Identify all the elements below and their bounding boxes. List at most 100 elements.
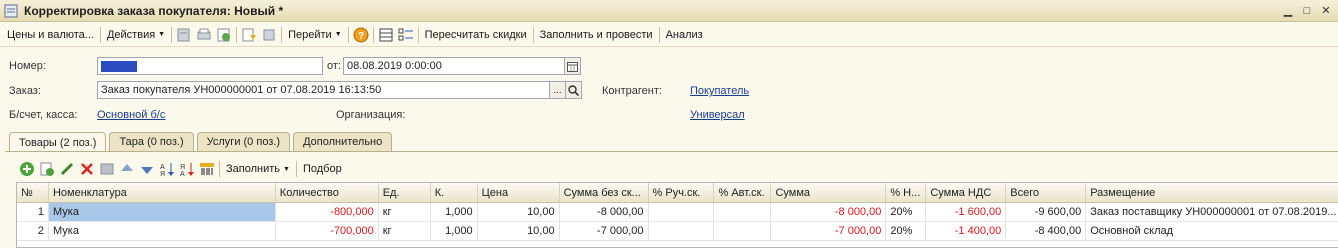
column-header[interactable]: № — [17, 183, 49, 202]
fill-menu-button[interactable]: Заполнить ▼ — [222, 159, 294, 179]
copy-row-icon[interactable] — [37, 159, 57, 179]
sum-without-discount-cell[interactable]: -8 000,00 — [560, 203, 649, 221]
sum-cell[interactable]: -7 000,00 — [771, 222, 887, 240]
price-cell[interactable]: 10,00 — [478, 222, 560, 240]
toolbar-separator — [372, 26, 374, 43]
selection-button[interactable]: Подбор — [299, 159, 346, 179]
number-label: Номер: — [9, 60, 46, 72]
manual-discount-cell[interactable] — [649, 203, 715, 221]
account-link[interactable]: Основной б/с — [97, 109, 165, 121]
sum-cell[interactable]: -8 000,00 — [771, 203, 887, 221]
vat-sum-cell[interactable]: -1 600,00 — [926, 203, 1007, 221]
column-header[interactable]: % Н... — [886, 183, 927, 202]
coefficient-cell[interactable]: 1,000 — [431, 222, 478, 240]
prices-currency-button[interactable]: Цены и валюта... — [3, 25, 98, 45]
sum-without-discount-cell[interactable]: -7 000,00 — [560, 222, 649, 240]
refresh-icon[interactable] — [214, 25, 234, 45]
tab-services[interactable]: Услуги (0 поз.) — [196, 132, 291, 151]
vat-sum-cell[interactable]: -1 400,00 — [926, 222, 1007, 240]
column-header[interactable]: Всего — [1006, 183, 1087, 202]
delete-icon[interactable] — [77, 159, 97, 179]
help-icon[interactable]: ? — [351, 25, 371, 45]
number-redacted-fill — [101, 60, 137, 72]
tab-additional[interactable]: Дополнительно — [293, 132, 393, 151]
fill-and-post-button[interactable]: Заполнить и провести — [536, 25, 657, 45]
vat-rate-cell[interactable]: 20% — [886, 203, 927, 221]
coefficient-cell[interactable]: 1,000 — [431, 203, 478, 221]
toolbar-separator — [219, 161, 220, 177]
analysis-button[interactable]: Анализ — [662, 25, 707, 45]
sort-ascending-icon[interactable]: AЯ — [157, 159, 177, 179]
column-header[interactable]: Номенклатура — [49, 183, 276, 202]
toolbar-separator — [347, 26, 349, 43]
based-on-document-icon[interactable] — [239, 25, 259, 45]
fill-label: Заполнить — [226, 163, 281, 175]
number-field[interactable] — [97, 57, 323, 75]
goto-menu-button[interactable]: Перейти ▼ — [284, 25, 346, 45]
column-header[interactable]: % Руч.ск. — [649, 183, 715, 202]
order-field[interactable]: Заказ покупателя УН000000001 от 07.08.20… — [97, 81, 550, 99]
tab-containers[interactable]: Тара (0 поз.) — [109, 132, 194, 151]
organization-link[interactable]: Универсал — [690, 109, 745, 121]
toolbar-separator — [236, 26, 238, 43]
unit-cell[interactable]: кг — [379, 203, 431, 221]
barcode-icon[interactable] — [197, 159, 217, 179]
column-header[interactable]: % Авт.ск. — [714, 183, 772, 202]
vat-rate-cell[interactable]: 20% — [886, 222, 927, 240]
row-number-cell[interactable]: 1 — [17, 203, 49, 221]
close-icon[interactable]: ✕ — [1318, 3, 1334, 18]
edit-pencil-icon[interactable] — [57, 159, 77, 179]
end-edit-icon[interactable] — [97, 159, 117, 179]
toolbar-separator — [658, 26, 660, 43]
row-number-cell[interactable]: 2 — [17, 222, 49, 240]
quantity-cell[interactable]: -700,000 — [276, 222, 379, 240]
minimize-icon[interactable]: ▁ — [1280, 3, 1296, 18]
quantity-cell[interactable]: -800,000 — [276, 203, 379, 221]
move-down-icon[interactable] — [137, 159, 157, 179]
organization-label: Организация: — [336, 109, 406, 121]
structure-icon[interactable] — [259, 25, 279, 45]
tab-goods[interactable]: Товары (2 поз.) — [9, 132, 107, 152]
chevron-down-icon: ▼ — [283, 165, 290, 173]
maximize-icon[interactable]: □ — [1299, 3, 1315, 18]
column-header[interactable]: К. — [431, 183, 478, 202]
checklist-icon[interactable] — [396, 25, 416, 45]
column-header[interactable]: Сумма — [771, 183, 887, 202]
total-cell[interactable]: -8 400,00 — [1006, 222, 1087, 240]
manual-discount-cell[interactable] — [649, 222, 715, 240]
column-header[interactable]: Количество — [276, 183, 379, 202]
tab-bar: Товары (2 поз.) Тара (0 поз.) Услуги (0 … — [9, 132, 393, 152]
list-icon[interactable] — [376, 25, 396, 45]
nomenclature-cell[interactable]: Мука — [48, 203, 276, 221]
placement-cell[interactable]: Основной склад — [1086, 222, 1338, 240]
table-row[interactable]: 1 Мука -800,000 кг 1,000 10,00 -8 000,00… — [17, 203, 1338, 222]
svg-text:Я: Я — [180, 164, 185, 171]
price-cell[interactable]: 10,00 — [478, 203, 560, 221]
column-header[interactable]: Цена — [478, 183, 560, 202]
order-select-button[interactable]: ... — [549, 81, 566, 99]
date-label: от: — [327, 60, 341, 72]
search-icon[interactable] — [565, 81, 582, 99]
table-row[interactable]: 2 Мука -700,000 кг 1,000 10,00 -7 000,00… — [17, 222, 1338, 241]
print-icon[interactable] — [194, 25, 214, 45]
add-row-icon[interactable] — [17, 159, 37, 179]
nomenclature-cell[interactable]: Мука — [49, 222, 276, 240]
actions-menu-button[interactable]: Действия ▼ — [103, 25, 169, 45]
sort-descending-icon[interactable]: ЯA — [177, 159, 197, 179]
auto-discount-cell[interactable] — [714, 222, 772, 240]
recalc-discounts-button[interactable]: Пересчитать скидки — [421, 25, 531, 45]
order-label: Заказ: — [9, 85, 41, 97]
column-header[interactable]: Ед. — [379, 183, 431, 202]
column-header[interactable]: Размещение — [1086, 183, 1338, 202]
placement-cell[interactable]: Заказ поставщику УН000000001 от 07.08.20… — [1086, 203, 1338, 221]
auto-discount-cell[interactable] — [714, 203, 772, 221]
post-document-icon[interactable] — [174, 25, 194, 45]
total-cell[interactable]: -9 600,00 — [1006, 203, 1087, 221]
column-header[interactable]: Сумма НДС — [926, 183, 1007, 202]
contractor-link[interactable]: Покупатель — [690, 85, 749, 97]
unit-cell[interactable]: кг — [379, 222, 431, 240]
column-header[interactable]: Сумма без ск... — [560, 183, 649, 202]
calendar-icon[interactable] — [564, 57, 581, 75]
move-up-icon[interactable] — [117, 159, 137, 179]
date-field[interactable]: 08.08.2019 0:00:00 — [343, 57, 565, 75]
